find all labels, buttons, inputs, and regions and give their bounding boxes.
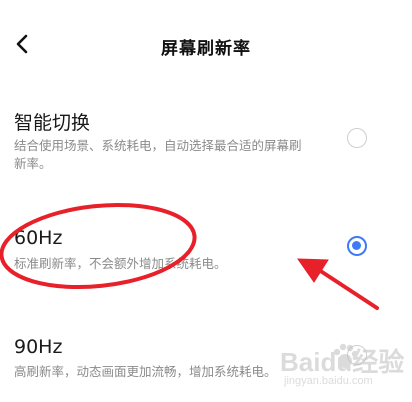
radio-90hz[interactable] xyxy=(347,345,367,365)
option-title: 60Hz xyxy=(14,227,63,249)
option-60hz[interactable]: 60Hz 标准刷新率，不会额外增加系统耗电。 xyxy=(0,218,412,288)
header: 屏幕刷新率 xyxy=(0,0,412,90)
page-title: 屏幕刷新率 xyxy=(161,39,251,59)
option-title: 智能切换 xyxy=(14,112,91,134)
option-description: 标准刷新率，不会额外增加系统耗电。 xyxy=(14,256,227,271)
screen: 屏幕刷新率 智能切换 结合使用场景、系统耗电，自动选择最合适的屏幕刷新率。 60… xyxy=(0,0,412,402)
option-description: 结合使用场景、系统耗电，自动选择最合适的屏幕刷新率。 xyxy=(14,138,302,171)
option-smart-switch[interactable]: 智能切换 结合使用场景、系统耗电，自动选择最合适的屏幕刷新率。 xyxy=(0,100,412,190)
radio-60hz[interactable] xyxy=(347,236,367,256)
option-description: 高刷新率，动态画面更加流畅，增加系统耗电。 xyxy=(14,364,277,379)
option-title: 90Hz xyxy=(14,336,63,358)
option-90hz[interactable]: 90Hz 高刷新率，动态画面更加流畅，增加系统耗电。 xyxy=(0,328,412,398)
radio-smart-switch[interactable] xyxy=(347,128,367,148)
